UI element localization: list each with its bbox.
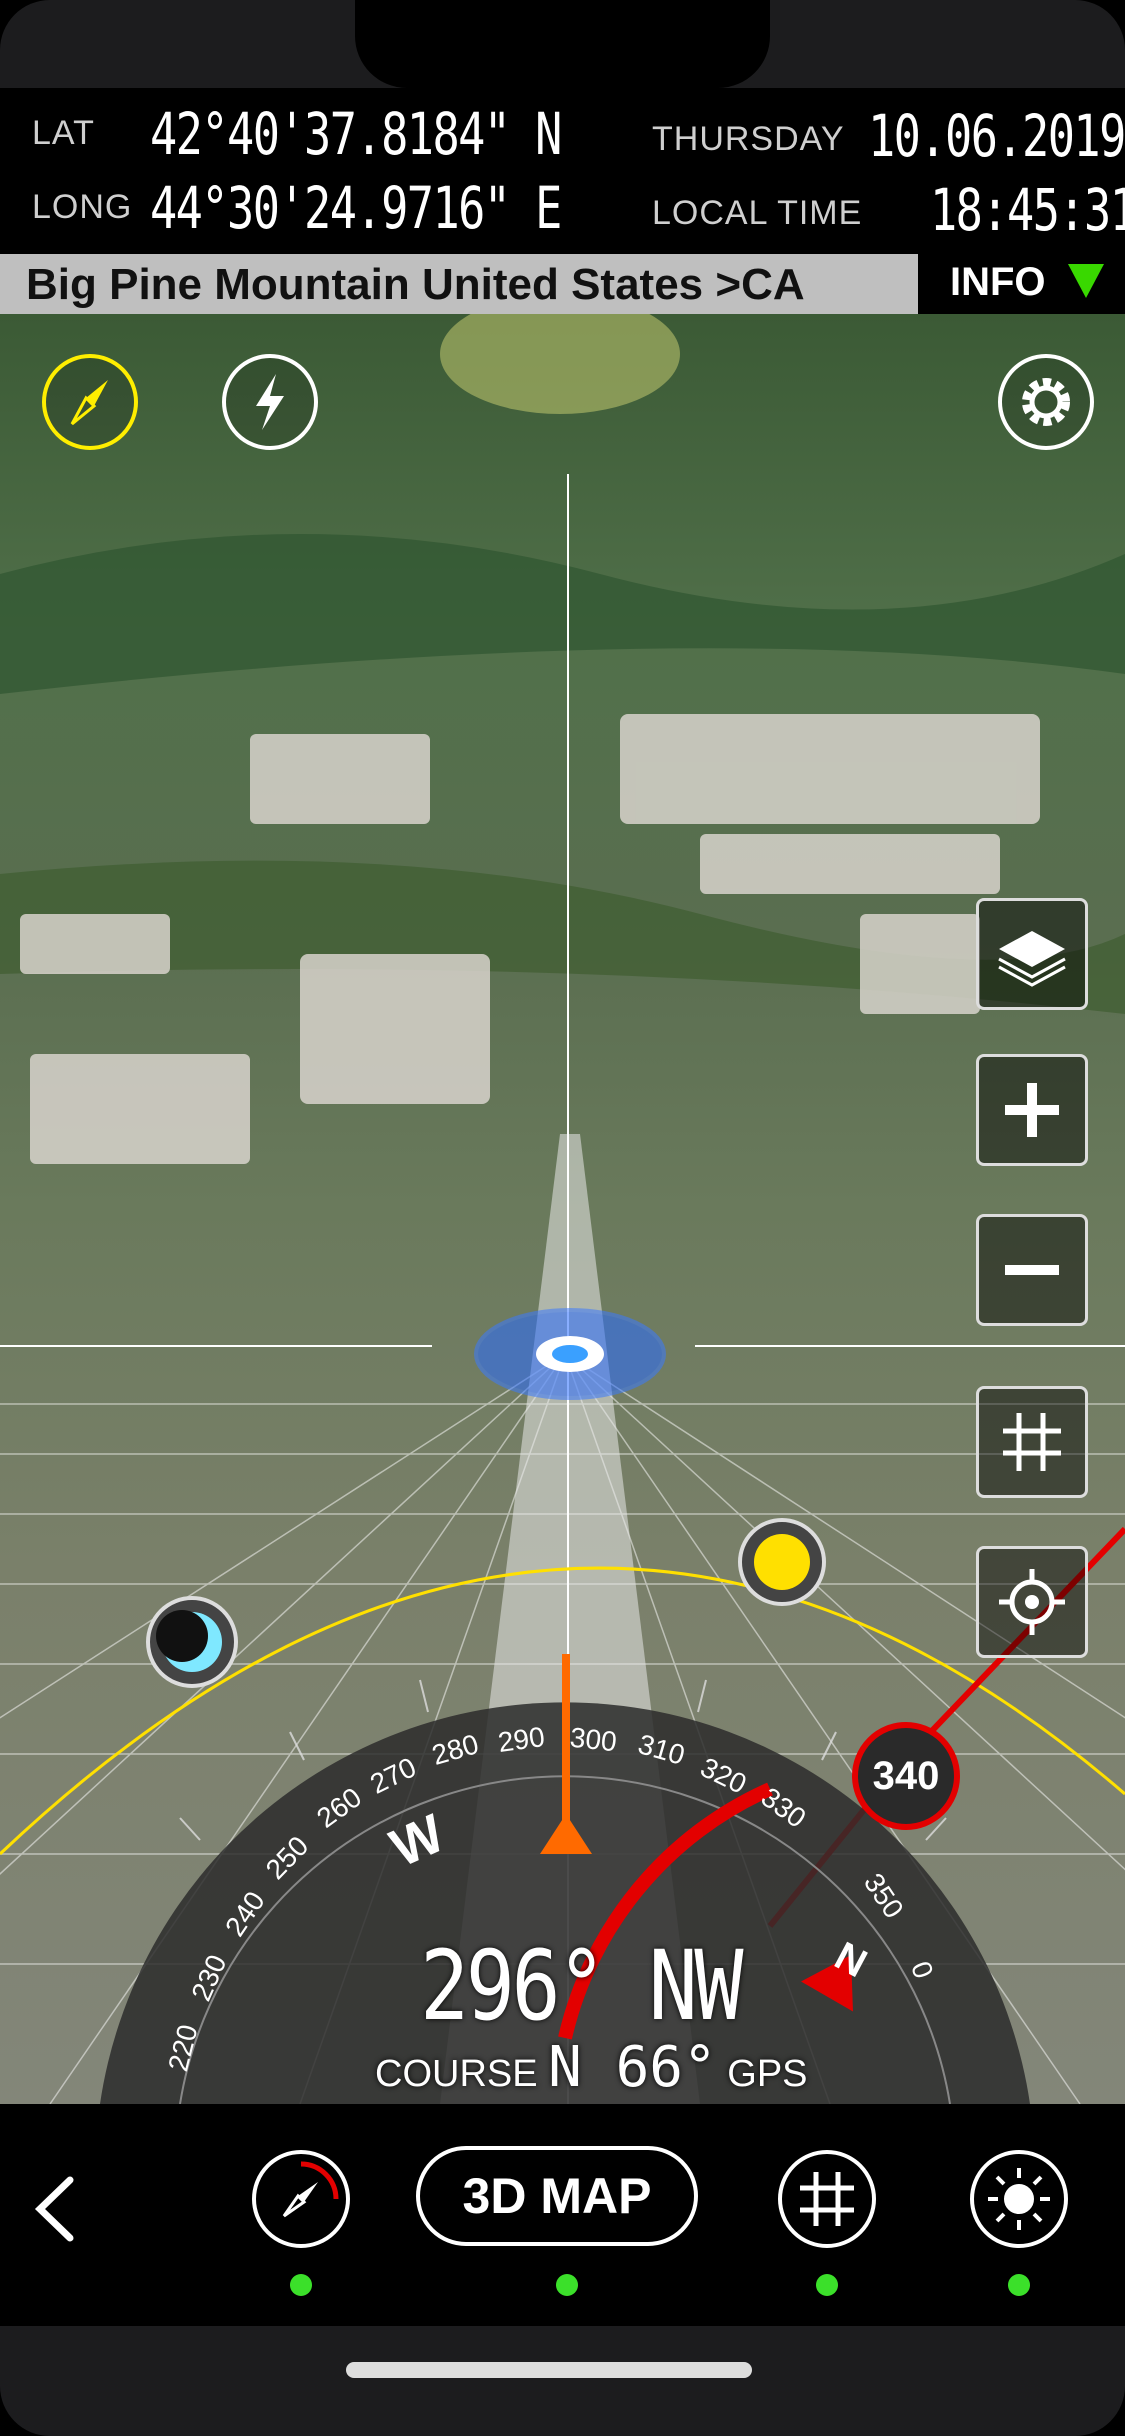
compass-mode-button[interactable] (42, 354, 138, 450)
crosshair-icon (999, 1569, 1065, 1635)
dial-label: 300 (568, 1721, 619, 1758)
bottom-toolbar: 3D MAP (0, 2104, 1125, 2326)
terrain-patch (440, 314, 680, 414)
coordinates-header: LAT 42°40'37.8184" N LONG 44°30'24.9716"… (0, 88, 1125, 254)
home-indicator[interactable] (346, 2362, 752, 2378)
course-source: GPS (727, 2053, 808, 2095)
location-bar[interactable]: Big Pine Mountain United States >CA (0, 254, 918, 314)
layers-icon (998, 931, 1066, 987)
compass-icon (282, 2161, 339, 2218)
locate-button[interactable] (976, 1546, 1088, 1658)
status-dot (556, 2274, 578, 2296)
zoom-in-button[interactable] (976, 1054, 1088, 1166)
compass-icon (70, 380, 108, 426)
lat-value: 42°40'37.8184" N (150, 100, 562, 168)
minus-icon (1005, 1265, 1059, 1275)
triangle-down-icon (1068, 264, 1104, 298)
3d-map-button[interactable]: 3D MAP (416, 2146, 698, 2246)
app-screen: LAT 42°40'37.8184" N LONG 44°30'24.9716"… (0, 0, 1125, 2436)
layers-button[interactable] (976, 898, 1088, 1010)
course-value: N 66° (548, 2035, 717, 2100)
back-chevron-icon[interactable] (28, 2174, 82, 2244)
status-dot (816, 2274, 838, 2296)
long-label: LONG (32, 188, 133, 226)
grid-icon (1003, 1413, 1061, 1471)
local-time-label: LOCAL TIME (652, 194, 863, 232)
device-notch (355, 0, 770, 88)
sun-icon (988, 2168, 1050, 2230)
long-value: 44°30'24.9716" E (150, 174, 562, 242)
target-bearing-badge[interactable]: 340 (852, 1722, 960, 1830)
plus-icon (1005, 1083, 1059, 1137)
dial-label: 290 (496, 1720, 547, 1759)
lightning-icon (256, 374, 284, 430)
zoom-out-button[interactable] (976, 1214, 1088, 1326)
time-value: 18:45:31 (930, 176, 1125, 244)
lat-label: LAT (32, 114, 95, 152)
forest-band (0, 534, 1125, 694)
grid-icon (800, 2172, 854, 2226)
sun-icon[interactable] (736, 1516, 828, 1608)
heading-readout: 296° NW (420, 1930, 743, 2042)
grid-view-button[interactable] (778, 2150, 876, 2248)
info-button[interactable]: INFO (918, 246, 1125, 314)
day-label: THURSDAY (652, 120, 845, 158)
course-readout: COURSE N 66° GPS (375, 2035, 808, 2100)
3d-map-view[interactable]: W N 290 300 310 320 330 350 0 280 270 26… (0, 314, 1125, 2104)
grid-toggle-button[interactable] (976, 1386, 1088, 1498)
device-bottom-bezel (0, 2326, 1125, 2436)
sun-view-button[interactable] (970, 2150, 1068, 2248)
location-name: Big Pine Mountain United States >CA (26, 260, 805, 309)
compass-view-button[interactable] (252, 2150, 350, 2248)
status-dot (290, 2274, 312, 2296)
settings-button[interactable] (998, 354, 1094, 450)
status-dot (1008, 2274, 1030, 2296)
location-marker (474, 1308, 666, 1400)
gear-icon (1022, 378, 1070, 426)
info-label: INFO (950, 260, 1046, 304)
course-label: COURSE (375, 2053, 538, 2095)
date-value: 10.06.2019 (868, 102, 1125, 170)
flash-button[interactable] (222, 354, 318, 450)
